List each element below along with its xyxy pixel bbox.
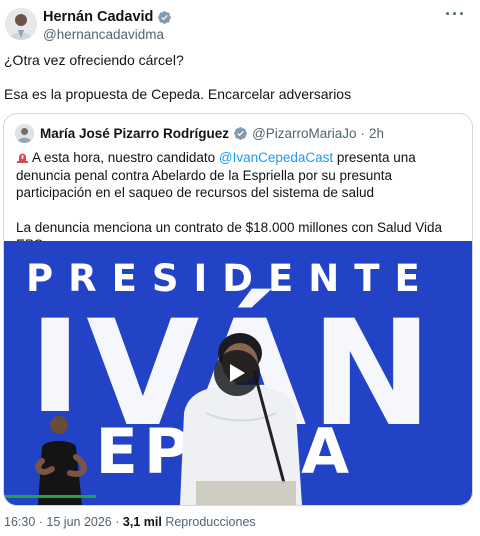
tweet-text-line-2: Esa es la propuesta de Cepeda. Encarcela… [4,86,352,102]
author-handle[interactable]: @hernancadavidma [43,27,164,42]
profile-photo-icon [5,8,37,40]
separator-dot: · [38,515,43,529]
views-label: Reproducciones [165,515,256,529]
author-name[interactable]: Hernán Cadavid [43,9,153,25]
sign-language-interpreter-icon [4,411,96,505]
quoted-avatar[interactable] [15,124,34,143]
quoted-tweet[interactable]: María José Pizarro Rodríguez @PizarroMar… [3,113,473,506]
mention-link[interactable]: @IvanCepedaCast [219,150,333,165]
separator-dot: · [360,126,366,141]
play-icon [230,364,245,382]
separator-dot: · [115,515,120,529]
tweet-time[interactable]: 16:30 [4,515,35,529]
tweet-date[interactable]: 15 jun 2026 [46,515,111,529]
quoted-tweet-header: María José Pizarro Rodríguez @PizarroMar… [15,124,384,143]
quoted-tweet-text: A esta hora, nuestro candidato @IvanCepe… [16,149,466,254]
quoted-author-name[interactable]: María José Pizarro Rodríguez [40,126,229,141]
tweet-text-line-1: ¿Otra vez ofreciendo cárcel? [4,52,184,68]
avatar[interactable] [5,8,37,40]
more-options-icon[interactable]: ··· [445,4,466,25]
views-count: 3,1 mil [122,515,162,529]
quoted-timestamp[interactable]: 2h [369,126,384,141]
verified-badge-icon [158,10,172,24]
author-name-row: Hernán Cadavid [43,9,172,25]
quoted-text-part-1: A esta hora, nuestro candidato [32,150,219,165]
tweet-meta: 16:30 · 15 jun 2026 · 3,1 mil Reproducci… [4,515,256,529]
profile-photo-icon [15,124,34,143]
video-player[interactable]: PRESIDENTE IVÁN CEPEDA [4,241,472,505]
police-siren-icon [17,153,28,163]
quoted-author-handle[interactable]: @PizarroMariaJo [252,126,356,141]
play-button[interactable] [214,350,260,396]
verified-badge-icon [234,127,247,140]
